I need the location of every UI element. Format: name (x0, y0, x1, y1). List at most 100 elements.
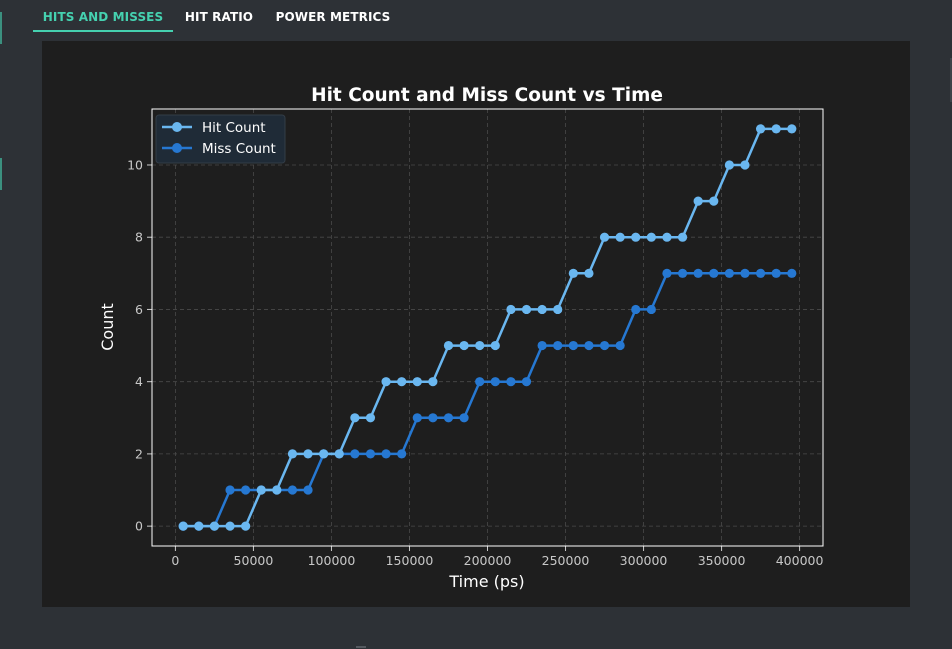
miss-count-point (412, 413, 422, 423)
y-tick-label: 0 (135, 519, 143, 534)
miss-count-point (755, 268, 766, 278)
hit-count-point (787, 124, 797, 134)
x-axis-label: Time (ps) (448, 572, 524, 591)
hit-count-point (194, 521, 204, 531)
miss-count-point (771, 268, 781, 278)
x-tick-label: 0 (171, 553, 179, 568)
miss-count-point (709, 268, 719, 278)
miss-count-point (443, 413, 454, 423)
hit-count-point (319, 449, 329, 459)
miss-count-point (490, 377, 500, 387)
miss-count-point (787, 268, 797, 278)
chart-title: Hit Count and Miss Count vs Time (311, 85, 663, 106)
miss-count-point (599, 340, 610, 351)
miss-count-point (381, 449, 391, 459)
chart-panel: Hit Count and Miss Count vs Time 0 50000 1… (42, 41, 910, 607)
hit-count-point (334, 449, 344, 459)
resize-handle[interactable] (356, 646, 366, 648)
hit-count-point (209, 521, 220, 531)
hit-count-point (365, 413, 376, 423)
x-tick-label: 400000 (776, 553, 824, 568)
miss-count-point (506, 377, 516, 387)
miss-count-point (537, 340, 547, 351)
hit-count-point (475, 340, 485, 351)
tab-bar: HITS AND MISSES HIT RATIO POWER METRICS (0, 0, 952, 40)
y-tick-label: 6 (135, 302, 143, 317)
hit-count-point (412, 377, 422, 387)
miss-count-point (287, 485, 298, 495)
y-tick-label: 10 (127, 157, 143, 172)
hit-count-point (615, 232, 625, 242)
miss-count-point (553, 340, 563, 351)
hit-count-point (256, 485, 266, 495)
hit-count-point (724, 160, 734, 170)
hit-count-point (443, 340, 454, 351)
hit-count-point (303, 449, 313, 459)
miss-count-point (459, 413, 469, 423)
y-axis-label: Count (98, 303, 117, 351)
miss-count-point (350, 449, 360, 459)
x-tick-label: 300000 (620, 553, 668, 568)
hit-count-point (506, 304, 516, 315)
hit-count-point (740, 160, 750, 170)
hit-count-point (241, 521, 251, 531)
miss-count-point (740, 268, 750, 278)
tab-hit-ratio[interactable]: HIT RATIO (176, 0, 262, 32)
y-tick-label: 2 (135, 446, 143, 461)
legend-miss-label: Miss Count (202, 141, 276, 157)
hit-count-point (178, 521, 188, 531)
grid-lines (152, 109, 823, 546)
hit-count-point (272, 485, 282, 495)
hit-count-point (350, 413, 360, 423)
x-tick-label: 200000 (464, 553, 512, 568)
miss-count-point (631, 304, 641, 315)
miss-count-point (615, 340, 625, 351)
hit-count-point (709, 196, 719, 206)
x-tick-label: 100000 (308, 553, 356, 568)
miss-count-point (662, 268, 672, 278)
hit-count-point (287, 449, 298, 459)
chart-svg: Hit Count and Miss Count vs Time 0 50000 1… (98, 85, 824, 591)
miss-count-point (584, 340, 594, 351)
miss-count-point (646, 304, 656, 315)
legend: Hit Count Miss Count (155, 114, 286, 164)
hit-count-point (677, 232, 688, 242)
x-tick-label: 250000 (542, 553, 590, 568)
axis-ticks: 0 50000 100000 150000 200000 250000 300000 3500… (127, 157, 823, 568)
sidebar-edge-marker (0, 158, 2, 190)
hit-count-point (631, 232, 641, 242)
legend-hit-label: Hit Count (202, 120, 266, 136)
y-tick-label: 8 (135, 230, 143, 245)
x-tick-label: 50000 (234, 553, 274, 568)
hit-count-point (537, 304, 547, 315)
tab-hits-and-misses[interactable]: HITS AND MISSES (33, 0, 173, 32)
legend-miss-marker (172, 143, 182, 153)
miss-count-point (693, 268, 703, 278)
miss-count-point (303, 485, 313, 495)
miss-count-point (724, 268, 734, 278)
hit-count-point (755, 124, 766, 134)
hit-count-point (693, 196, 703, 206)
hit-count-point (646, 232, 656, 242)
hit-count-point (599, 232, 610, 242)
hit-count-point (459, 340, 469, 351)
x-tick-label: 150000 (386, 553, 434, 568)
hit-count-point (584, 268, 594, 278)
hit-count-point (662, 232, 672, 242)
miss-count-point (365, 449, 376, 459)
hit-count-point (771, 124, 781, 134)
tab-power-metrics[interactable]: POWER METRICS (268, 0, 398, 32)
hit-count-point (490, 340, 500, 351)
legend-hit-marker (172, 122, 182, 132)
miss-count-point (475, 377, 485, 387)
miss-count-point (397, 449, 407, 459)
sidebar-edge-marker (0, 12, 2, 44)
x-tick-label: 350000 (698, 553, 746, 568)
hit-count-point (397, 377, 407, 387)
hit-count-point (381, 377, 391, 387)
y-tick-label: 4 (135, 374, 143, 389)
miss-count-point (568, 340, 578, 351)
miss-count-point (521, 377, 532, 387)
active-tab-indicator (33, 30, 173, 32)
hit-count-point (225, 521, 235, 531)
